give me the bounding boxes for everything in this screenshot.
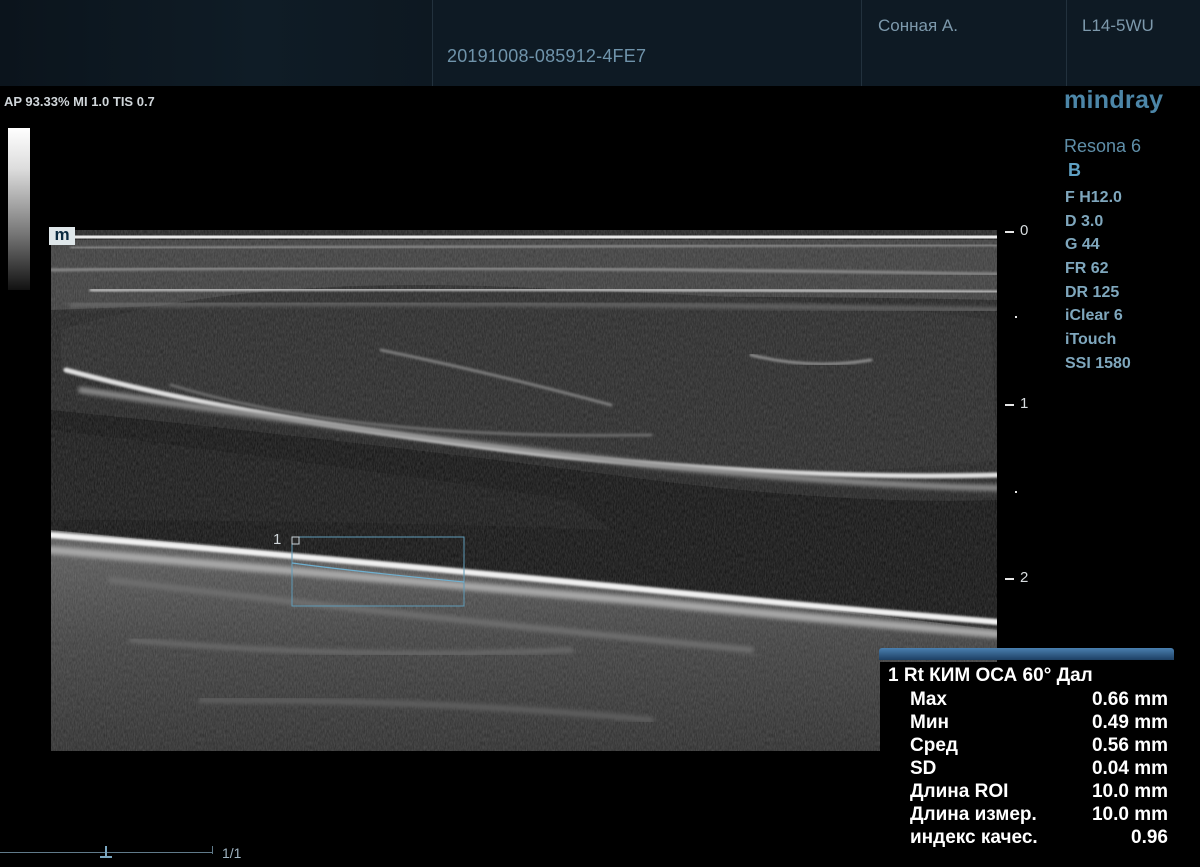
measurement-header-bar bbox=[879, 648, 1174, 660]
measurement-label: Длина ROI bbox=[910, 781, 1009, 802]
brand-logo: mindray bbox=[1064, 86, 1164, 114]
ultrasound-image[interactable] bbox=[51, 230, 997, 751]
depth-label: 1 bbox=[1020, 395, 1029, 412]
depth-tick-minor bbox=[1015, 316, 1017, 318]
measurement-value: 0.56 mm bbox=[1091, 735, 1168, 756]
cine-position-marker-base bbox=[100, 856, 112, 858]
param-depth: D 3.0 bbox=[1065, 212, 1104, 230]
acoustic-output-info: AP 93.33% MI 1.0 TIS 0.7 bbox=[4, 94, 155, 109]
measurement-label: индекс качес. bbox=[910, 827, 1038, 848]
measurement-row-max: Max 0.66 mm bbox=[880, 688, 1168, 711]
header-cell-study bbox=[433, 0, 861, 86]
measurement-value: 0.49 mm bbox=[1091, 712, 1168, 733]
depth-label: 0 bbox=[1020, 222, 1029, 239]
measurement-label: SD bbox=[910, 758, 937, 779]
probe-orientation-marker: m bbox=[49, 226, 75, 245]
measurement-results-panel: 1 Rt КИМ ОСА 60° Дал Max 0.66 mm Мин 0.4… bbox=[880, 662, 1170, 862]
top-header bbox=[0, 0, 1200, 86]
frame-counter: 1/1 bbox=[222, 845, 242, 861]
cine-position-marker[interactable] bbox=[105, 846, 107, 856]
imaging-parameters: F H12.0 D 3.0 G 44 FR 62 DR 125 iClear 6… bbox=[1065, 186, 1185, 376]
depth-tick bbox=[1005, 404, 1014, 406]
measurement-row-measured-length: Длина измер. 10.0 mm bbox=[880, 803, 1168, 826]
measurement-row-min: Мин 0.49 mm bbox=[880, 711, 1168, 734]
measurement-label: Max bbox=[910, 689, 947, 710]
header-cell-blank bbox=[0, 0, 432, 86]
grayscale-bar bbox=[8, 128, 30, 290]
patient-name: Сонная А. bbox=[878, 16, 958, 35]
measurement-row-quality-index: индекс качес. 0.96 bbox=[880, 826, 1168, 849]
header-cell-patient bbox=[862, 0, 1066, 86]
depth-tick-minor bbox=[1015, 491, 1017, 493]
measurement-row-roi-length: Длина ROI 10.0 mm bbox=[880, 780, 1168, 803]
measurement-value: 0.04 mm bbox=[1091, 758, 1168, 779]
depth-label: 2 bbox=[1020, 569, 1029, 586]
probe-name: L14-5WU bbox=[1082, 16, 1154, 35]
depth-tick bbox=[1005, 578, 1014, 580]
measurement-row-sd: SD 0.04 mm bbox=[880, 757, 1168, 780]
cine-timeline-end bbox=[212, 846, 213, 854]
measurement-label: Мин bbox=[910, 712, 949, 733]
param-iclear: iClear 6 bbox=[1065, 307, 1123, 325]
depth-tick bbox=[1005, 231, 1014, 233]
roi-number: 1 bbox=[273, 531, 282, 548]
measurement-label: Сред bbox=[910, 735, 958, 756]
measurement-value: 0.66 mm bbox=[1091, 689, 1168, 710]
measurement-label: Длина измер. bbox=[910, 804, 1037, 825]
measurement-title: 1 Rt КИМ ОСА 60° Дал bbox=[888, 665, 1093, 686]
imaging-mode: B bbox=[1068, 160, 1081, 180]
measurement-row-mean: Сред 0.56 mm bbox=[880, 734, 1168, 757]
study-id: 20191008-085912-4FE7 bbox=[447, 46, 647, 66]
measurement-value: 10.0 mm bbox=[1091, 781, 1168, 802]
param-dynamic-range: DR 125 bbox=[1065, 283, 1120, 301]
param-frequency: F H12.0 bbox=[1065, 189, 1122, 206]
header-cell-probe bbox=[1067, 0, 1200, 86]
param-frame-rate: FR 62 bbox=[1065, 260, 1109, 278]
param-gain: G 44 bbox=[1065, 236, 1100, 254]
measurement-value: 10.0 mm bbox=[1091, 804, 1168, 825]
measurement-value: 0.96 bbox=[1131, 827, 1168, 848]
device-model: Resona 6 bbox=[1064, 136, 1142, 156]
param-ssi: SSI 1580 bbox=[1065, 354, 1131, 372]
param-itouch: iTouch bbox=[1065, 331, 1117, 349]
